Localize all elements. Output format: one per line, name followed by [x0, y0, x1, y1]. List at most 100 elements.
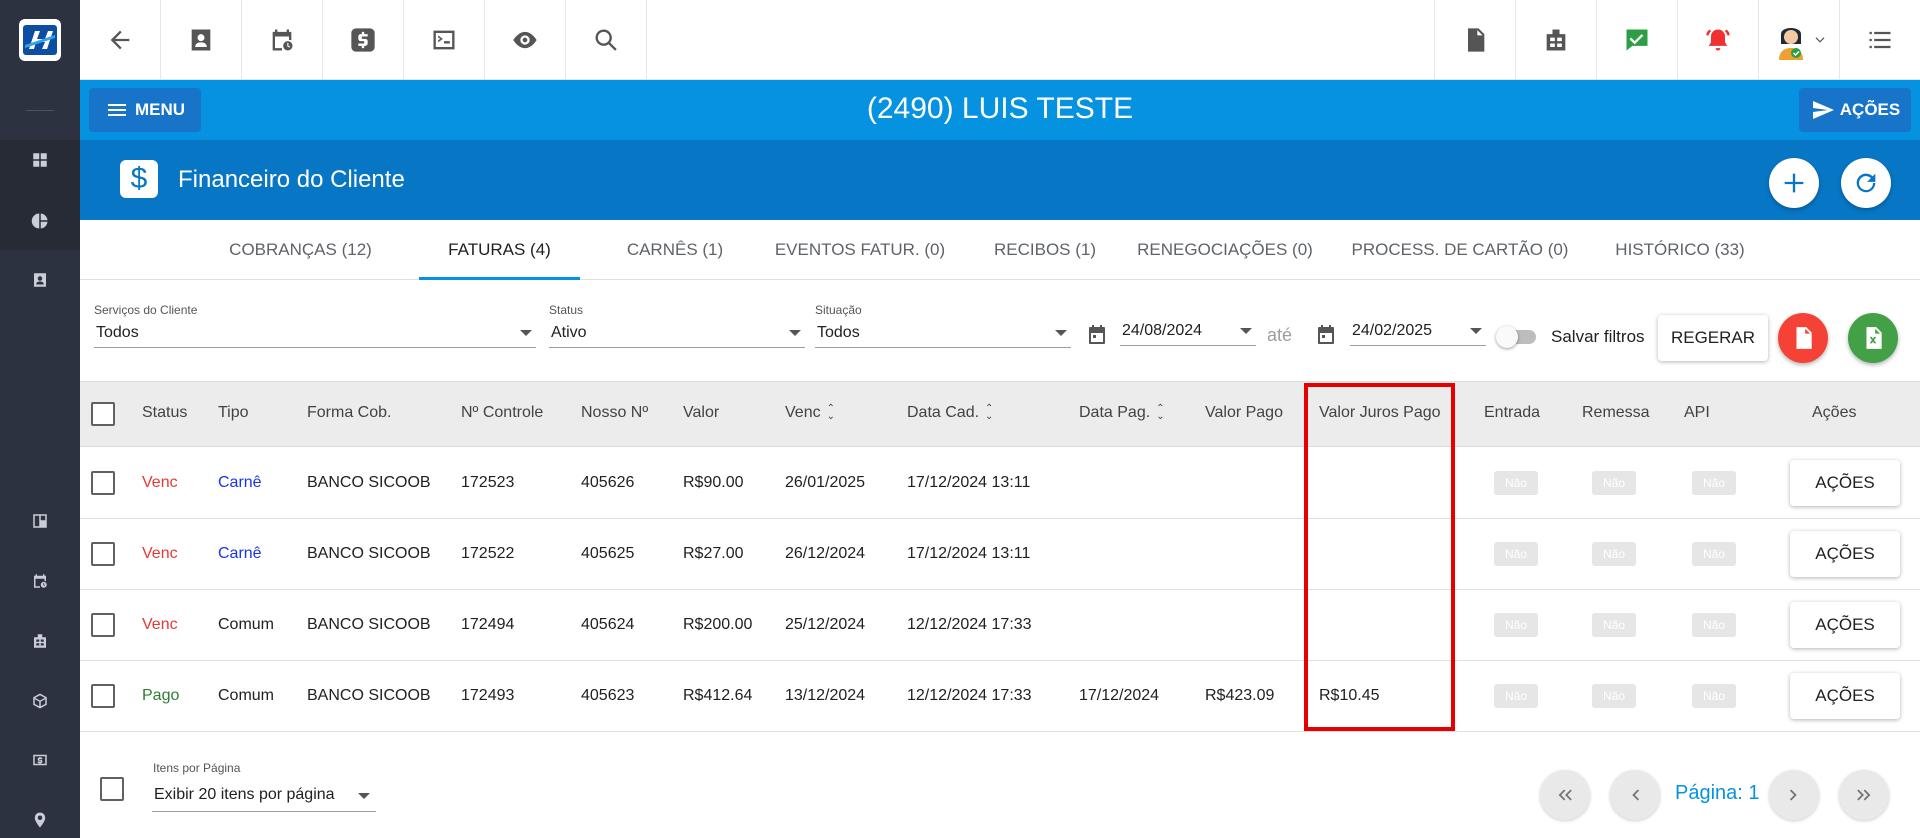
row-actions-button[interactable]: AÇÕES — [1790, 460, 1900, 506]
contact-card-icon — [191, 29, 211, 51]
entrada-badge: Não — [1494, 684, 1538, 708]
col-n-controle: Nº Controle — [461, 404, 544, 421]
col-venc[interactable]: Venc ⌃ ⌄ — [785, 403, 835, 422]
row-checkbox[interactable] — [91, 542, 115, 566]
tab-carnes[interactable]: CARNÊS (1) — [600, 220, 750, 280]
col-entrada: Entrada — [1484, 404, 1541, 421]
search-icon — [595, 29, 617, 51]
table-row[interactable]: Venc Comum BANCO SICOOB 172494 405624 R$… — [80, 590, 1920, 661]
view-button[interactable] — [485, 0, 566, 80]
table-row[interactable]: Venc Carnê BANCO SICOOB 172523 405626 R$… — [80, 448, 1920, 519]
select-all-checkbox[interactable] — [91, 402, 115, 426]
row-actions-button[interactable]: AÇÕES — [1790, 602, 1900, 648]
board-icon[interactable] — [28, 509, 52, 533]
servicos-select[interactable]: Todos — [94, 320, 536, 348]
col-data-pag[interactable]: Data Pag. ⌃ ⌄ — [1079, 402, 1165, 422]
row-checkbox[interactable] — [91, 684, 115, 708]
col-data-cad[interactable]: Data Cad. ⌃ ⌄ — [907, 402, 994, 422]
box-icon[interactable] — [28, 689, 52, 713]
row-status: Venc — [142, 616, 178, 633]
api-badge: Não — [1692, 542, 1736, 566]
refresh-button[interactable] — [1841, 158, 1891, 208]
tab-process-cartao[interactable]: PROCESS. DE CARTÃO (0) — [1330, 220, 1590, 280]
col-acoes: Ações — [1812, 404, 1857, 421]
row-tipo: Comum — [218, 687, 275, 704]
alerts-button[interactable] — [1677, 0, 1758, 80]
calendar-icon[interactable] — [1085, 323, 1109, 347]
remessa-badge: Não — [1592, 471, 1636, 495]
contacts-button[interactable] — [161, 0, 242, 80]
tab-cobrancas[interactable]: COBRANÇAS (12) — [220, 220, 381, 280]
row-n-controle: 172494 — [461, 616, 515, 633]
dropdown-caret-icon — [1240, 328, 1252, 334]
company-button[interactable] — [1515, 0, 1596, 80]
user-menu-button[interactable] — [1758, 0, 1839, 80]
previous-page-button[interactable] — [1610, 770, 1660, 820]
entrada-badge: Não — [1494, 471, 1538, 495]
date-from-field[interactable]: 24/08/2024 — [1120, 318, 1256, 346]
row-checkbox[interactable] — [91, 613, 115, 637]
send-icon — [1812, 101, 1834, 119]
pdf-icon — [1468, 28, 1485, 52]
items-per-page-select[interactable]: Exibir 20 itens por página — [152, 780, 376, 812]
section-header: $ Financeiro do Cliente — [80, 140, 1920, 220]
situacao-select[interactable]: Todos — [815, 320, 1071, 348]
list-menu-button[interactable] — [1839, 0, 1920, 80]
finance-button[interactable] — [323, 0, 404, 80]
contact-card-icon[interactable] — [28, 268, 52, 292]
tab-recibos[interactable]: RECIBOS (1) — [970, 220, 1120, 280]
tab-renegociacoes[interactable]: RENEGOCIAÇÕES (0) — [1120, 220, 1330, 280]
row-tipo[interactable]: Carnê — [218, 474, 262, 492]
add-button[interactable] — [1769, 158, 1819, 208]
row-tipo[interactable]: Carnê — [218, 545, 262, 563]
table-row[interactable]: Venc Carnê BANCO SICOOB 172522 405625 R$… — [80, 519, 1920, 590]
calendar-clock-icon[interactable] — [28, 569, 52, 593]
location-pin-icon[interactable] — [28, 808, 52, 832]
dollar-icon — [351, 28, 375, 52]
back-button[interactable] — [80, 0, 161, 80]
tab-eventos-fatur[interactable]: EVENTOS FATUR. (0) — [750, 220, 970, 280]
last-page-button[interactable] — [1839, 770, 1889, 820]
sort-icon: ⌃ ⌄ — [1156, 402, 1165, 422]
situacao-label: Situação — [815, 303, 862, 317]
row-checkbox[interactable] — [91, 471, 115, 495]
tab-faturas[interactable]: FATURAS (4) — [419, 220, 580, 280]
row-nosso-n: 405624 — [581, 616, 635, 633]
footer-checkbox[interactable] — [100, 777, 124, 801]
row-actions-button[interactable]: AÇÕES — [1790, 531, 1900, 577]
date-to-field[interactable]: 24/02/2025 — [1350, 318, 1486, 346]
first-page-button[interactable] — [1540, 770, 1590, 820]
search-button[interactable] — [566, 0, 647, 80]
double-chevron-right-icon — [1857, 789, 1871, 801]
tasks-button[interactable] — [1596, 0, 1677, 80]
building-icon[interactable] — [28, 629, 52, 653]
status-select[interactable]: Ativo — [549, 320, 805, 348]
next-page-button[interactable] — [1769, 770, 1819, 820]
api-badge: Não — [1692, 684, 1736, 708]
row-data-cad: 12/12/2024 17:33 — [907, 687, 1032, 704]
sort-icon: ⌃ ⌄ — [985, 402, 994, 422]
row-n-controle: 172523 — [461, 474, 515, 491]
row-actions-button[interactable]: AÇÕES — [1790, 673, 1900, 719]
chevron-right-icon — [1789, 789, 1797, 801]
dashboard-icon[interactable] — [28, 148, 52, 172]
actions-button[interactable]: AÇÕES — [1799, 88, 1911, 132]
export-excel-button[interactable] — [1848, 313, 1898, 363]
salvar-filtros-toggle[interactable] — [1496, 326, 1540, 348]
export-pdf-button[interactable] — [1778, 313, 1828, 363]
calendar-clock-icon — [272, 29, 293, 51]
pdf-button[interactable] — [1434, 0, 1515, 80]
pie-chart-icon[interactable] — [28, 209, 52, 233]
terminal-button[interactable] — [404, 0, 485, 80]
tab-historico[interactable]: HISTÓRICO (33) — [1590, 220, 1770, 280]
menu-button[interactable]: MENU — [89, 88, 201, 132]
money-icon[interactable] — [28, 748, 52, 772]
regerar-button[interactable]: REGERAR — [1658, 315, 1768, 361]
table-row[interactable]: Pago Comum BANCO SICOOB 172493 405623 R$… — [80, 661, 1920, 732]
calendar-icon[interactable] — [1314, 323, 1338, 347]
alarm-bell-icon — [1706, 29, 1730, 51]
actions-button-label: AÇÕES — [1839, 100, 1901, 119]
app-logo[interactable] — [19, 19, 61, 61]
row-valor: R$90.00 — [683, 474, 744, 491]
schedule-button[interactable] — [242, 0, 323, 80]
